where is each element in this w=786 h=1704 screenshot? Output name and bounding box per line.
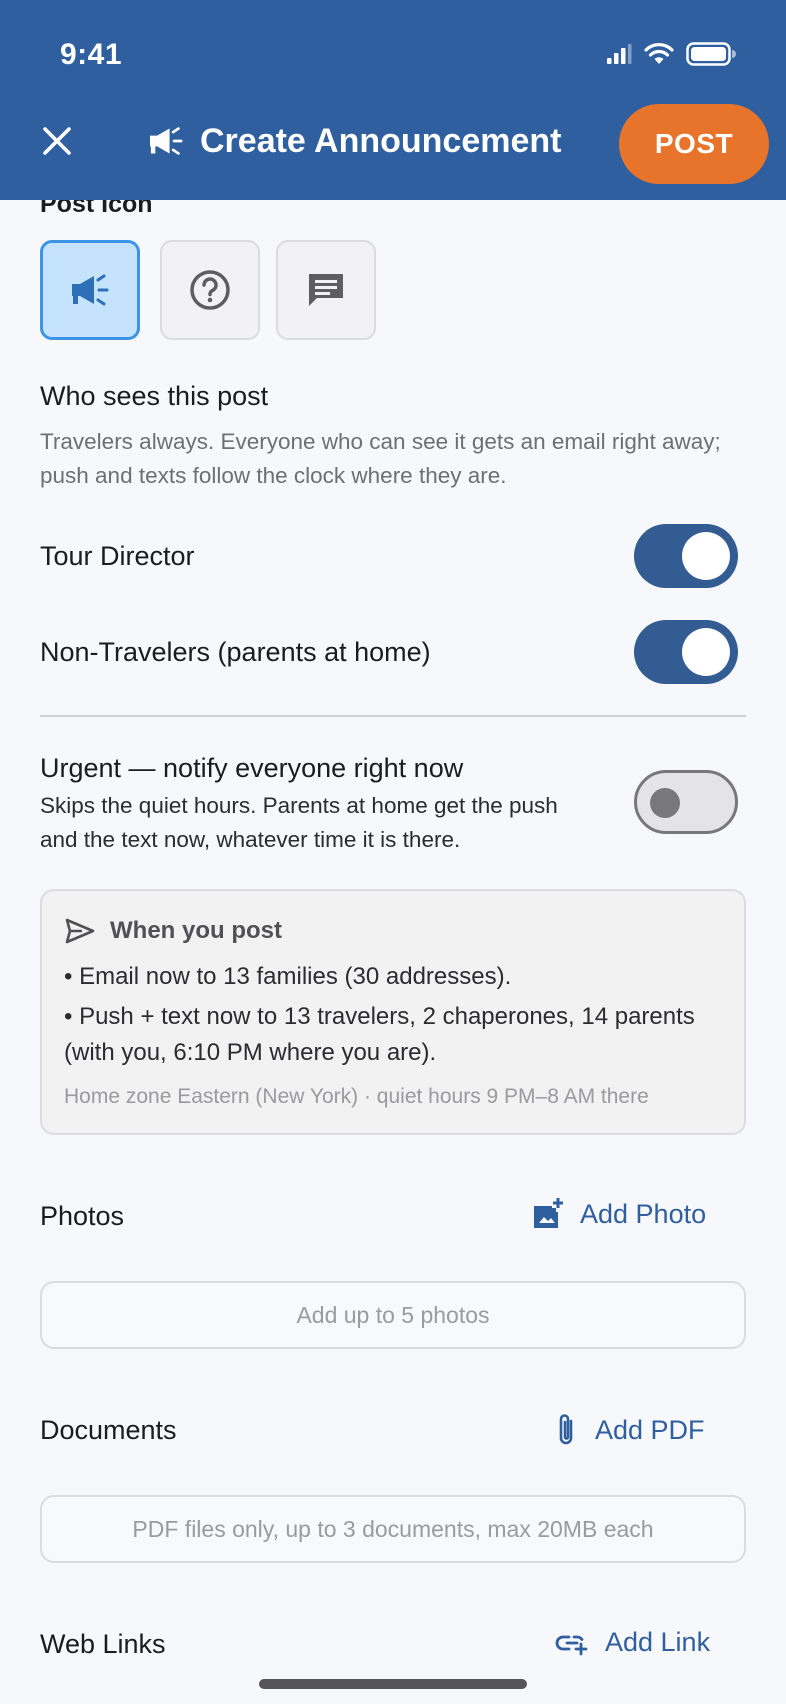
battery-icon	[686, 42, 736, 66]
status-time: 9:41	[60, 38, 123, 71]
chat-message-icon	[309, 274, 343, 306]
documents-label: Documents	[40, 1415, 177, 1445]
add-pdf-button[interactable]: Add PDF	[555, 1412, 705, 1448]
paperclip-icon	[559, 1414, 573, 1445]
post-button[interactable]: POST	[619, 104, 769, 184]
tour-director-toggle[interactable]	[634, 524, 738, 588]
close-button[interactable]	[36, 120, 78, 162]
photos-label: Photos	[40, 1201, 125, 1231]
add-link-icon	[555, 1635, 588, 1655]
summary-bullet-push: • Push + text now to 13 travelers, 2 cha…	[64, 1003, 695, 1066]
non-travelers-toggle[interactable]	[634, 620, 738, 684]
urgent-description: Skips the quiet hours. Parents at home g…	[40, 793, 558, 852]
when-you-post-card: When you post • Email now to 13 families…	[40, 889, 746, 1135]
quiet-hours-note: Home zone Eastern (New York) · quiet hou…	[64, 1085, 649, 1108]
megaphone-icon	[150, 127, 183, 155]
photos-dropzone[interactable]: Add up to 5 photos	[40, 1281, 746, 1349]
add-link-label: Add Link	[605, 1627, 711, 1657]
status-bar: 9:41	[0, 0, 786, 110]
web-links-label: Web Links	[40, 1629, 166, 1659]
summary-bullet-email: • Email now to 13 families (30 addresses…	[64, 963, 512, 990]
megaphone-icon	[72, 274, 109, 306]
icon-option-question[interactable]	[160, 240, 260, 340]
when-you-post-header: When you post	[64, 917, 282, 945]
form-content: Post Icon Who sees this post Travelers a…	[0, 0, 786, 1704]
wifi-icon	[644, 43, 674, 64]
home-indicator	[259, 1679, 527, 1689]
app-header: 9:41 Create Announcement POST	[0, 0, 786, 200]
toggle-knob	[682, 532, 730, 580]
toggle-knob	[682, 628, 730, 676]
icon-option-megaphone[interactable]	[40, 240, 140, 340]
send-icon	[65, 918, 95, 944]
audience-title: Who sees this post	[40, 381, 269, 411]
nav-bar: Create Announcement POST	[0, 104, 786, 186]
page-title: Create Announcement	[200, 121, 562, 160]
add-photo-button[interactable]: Add Photo	[532, 1198, 706, 1230]
add-photo-icon	[534, 1198, 563, 1228]
urgent-toggle[interactable]	[634, 770, 738, 834]
documents-dropzone[interactable]: PDF files only, up to 3 documents, max 2…	[40, 1495, 746, 1563]
add-photo-label: Add Photo	[580, 1198, 707, 1229]
status-icons	[606, 42, 736, 66]
toggle-knob	[650, 788, 680, 818]
cellular-signal-icon	[607, 44, 632, 64]
when-you-post-title: When you post	[110, 917, 282, 944]
question-circle-icon	[190, 270, 230, 310]
add-pdf-label: Add PDF	[595, 1414, 705, 1445]
toggle-label-tour-director: Tour Director	[40, 541, 195, 571]
add-link-button[interactable]: Add Link	[555, 1627, 710, 1658]
urgent-title: Urgent — notify everyone right now	[40, 753, 464, 783]
nav-title-group: Create Announcement	[146, 116, 561, 166]
icon-option-chat[interactable]	[276, 240, 376, 340]
section-divider	[40, 715, 746, 717]
close-icon	[43, 127, 71, 155]
audience-description: Travelers always. Everyone who can see i…	[40, 429, 721, 488]
toggle-label-non-travelers: Non-Travelers (parents at home)	[40, 637, 431, 667]
